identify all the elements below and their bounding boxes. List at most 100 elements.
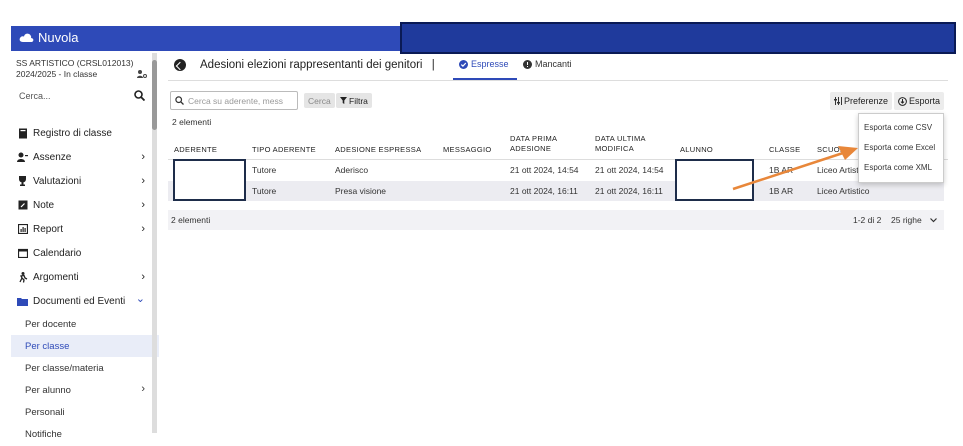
title-separator: | xyxy=(431,59,435,71)
chevron-right-icon: › xyxy=(141,151,145,163)
app-name: Nuvola xyxy=(38,30,79,45)
search-input[interactable] xyxy=(188,95,294,106)
sidebar-scrollbar-thumb[interactable] xyxy=(152,60,157,130)
search-icon xyxy=(175,96,184,105)
search-icon[interactable] xyxy=(134,90,146,102)
page-header: Adesioni elezioni rappresentanti dei gen… xyxy=(168,55,948,81)
flag-icon xyxy=(17,200,28,211)
sidebar-subitem-label: Per alunno xyxy=(25,384,71,396)
sidebar-subitem-notifiche[interactable]: Notifiche xyxy=(11,423,159,445)
footer-count: 2 elementi xyxy=(171,215,211,225)
app-brand[interactable]: Nuvola xyxy=(19,30,78,45)
sliders-icon xyxy=(834,97,842,105)
sidebar-item-note[interactable]: Note › xyxy=(11,193,159,217)
items-count: 2 elementi xyxy=(172,117,212,127)
trophy-icon xyxy=(17,176,28,187)
tab-espresse[interactable]: Espresse xyxy=(459,59,509,69)
column-header-data-ultima-modifica[interactable]: DATA ULTIMA MODIFICA xyxy=(595,134,646,154)
esporta-label: Esporta xyxy=(909,96,941,106)
preferenze-button[interactable]: Preferenze xyxy=(830,92,893,110)
cell-data-ultima-modifica: 21 ott 2024, 16:11 xyxy=(595,186,663,196)
sidebar-item-valutazioni[interactable]: Valutazioni › xyxy=(11,169,159,193)
table-footer: 2 elementi 1-2 di 2 25 righe xyxy=(168,210,944,230)
cell-adesione-espressa: Aderisco xyxy=(335,165,369,175)
export-xml-item[interactable]: Esporta come XML xyxy=(864,163,932,172)
sidebar-item-assenze[interactable]: Assenze › xyxy=(11,145,159,169)
column-header-messaggio[interactable]: MESSAGGIO xyxy=(443,145,492,155)
sidebar-item-label: Documenti ed Eventi xyxy=(33,295,126,307)
column-header-classe[interactable]: CLASSE xyxy=(769,145,800,155)
column-header-data-prima-adesione[interactable]: DATA PRIMA ADESIONE xyxy=(510,134,557,154)
tab-mancanti[interactable]: Mancanti xyxy=(523,59,572,69)
header-line: MODIFICA xyxy=(595,144,635,153)
export-excel-item[interactable]: Esporta come Excel xyxy=(864,143,935,152)
rows-per-page-select[interactable]: 25 righe xyxy=(891,215,938,225)
school-year: 2024/2025 - In classe xyxy=(16,69,98,79)
cell-classe: 1B AR xyxy=(769,165,794,175)
sidebar-item-label: Assenze xyxy=(33,151,72,163)
sidebar-item-label: Calendario xyxy=(33,247,82,259)
table-row[interactable]: Tutore Presa visione 21 ott 2024, 16:11 … xyxy=(168,181,944,201)
rows-per-page-value: 25 righe xyxy=(891,215,922,225)
sidebar-item-report[interactable]: Report › xyxy=(11,217,159,241)
column-header-scuola[interactable]: SCUOLA xyxy=(817,145,850,155)
redacted-alunno xyxy=(675,159,754,201)
filter-icon xyxy=(340,97,347,104)
cerca-button[interactable]: Cerca xyxy=(304,93,335,108)
column-header-aderente[interactable]: ADERENTE xyxy=(174,145,217,155)
toolbar: Cerca Filtra Preferenze Esporta xyxy=(168,91,948,111)
chevron-down-icon xyxy=(930,218,938,223)
cell-tipo-aderente: Tutore xyxy=(252,186,277,196)
sidebar-item-label: Argomenti xyxy=(33,271,79,283)
table-row[interactable]: Tutore Aderisco 21 ott 2024, 14:54 21 ot… xyxy=(168,160,944,180)
user-minus-icon xyxy=(17,152,28,163)
cell-data-prima-adesione: 21 ott 2024, 16:11 xyxy=(510,186,578,196)
header-line: ADESIONE xyxy=(510,144,552,153)
cell-adesione-espressa: Presa visione xyxy=(335,186,387,196)
sidebar-nav: Registro di classe Assenze › Valutazioni… xyxy=(11,121,159,445)
back-arrow-icon[interactable] xyxy=(174,59,186,71)
page-title: Adesioni elezioni rappresentanti dei gen… xyxy=(200,59,435,71)
export-csv-item[interactable]: Esporta come CSV xyxy=(864,123,932,132)
table-header: ADERENTE TIPO ADERENTE ADESIONE ESPRESSA… xyxy=(168,130,948,160)
sidebar-item-label: Note xyxy=(33,199,55,211)
column-header-tipo-aderente[interactable]: TIPO ADERENTE xyxy=(252,145,316,155)
sidebar-search[interactable]: Cerca... xyxy=(19,91,51,101)
chevron-down-icon: ⌄ xyxy=(135,293,145,305)
column-header-alunno[interactable]: ALUNNO xyxy=(680,145,713,155)
sidebar-item-calendario[interactable]: Calendario xyxy=(11,241,159,265)
report-icon xyxy=(17,224,28,235)
sidebar-item-registro[interactable]: Registro di classe xyxy=(11,121,159,145)
sidebar-subitem-per-alunno[interactable]: Per alunno › xyxy=(11,379,159,401)
sidebar-item-label: Report xyxy=(33,223,64,235)
chevron-right-icon: › xyxy=(141,175,145,187)
export-menu: Esporta come CSV Esporta come Excel Espo… xyxy=(858,113,944,183)
cloud-icon xyxy=(19,32,34,43)
chevron-right-icon: › xyxy=(141,223,145,235)
chevron-right-icon: › xyxy=(141,271,145,283)
preferenze-label: Preferenze xyxy=(844,96,889,106)
page-title-text: Adesioni elezioni rappresentanti dei gen… xyxy=(200,59,423,71)
chevron-right-icon: › xyxy=(141,383,145,395)
sidebar-item-argomenti[interactable]: Argomenti › xyxy=(11,265,159,289)
switch-school-icon[interactable] xyxy=(137,69,147,79)
cell-scuola: Liceo Artistico xyxy=(817,186,870,196)
sidebar-item-label: Valutazioni xyxy=(33,175,82,187)
sidebar-item-documenti[interactable]: Documenti ed Eventi ⌄ xyxy=(11,289,159,313)
sidebar-subitem-personali[interactable]: Personali xyxy=(11,401,159,423)
sidebar: SS ARTISTICO (CRSL012013) 2024/2025 - In… xyxy=(11,51,159,446)
person-run-icon xyxy=(17,271,28,283)
download-circle-icon xyxy=(898,96,907,106)
calendar-icon xyxy=(17,248,28,259)
column-header-adesione-espressa[interactable]: ADESIONE ESPRESSA xyxy=(335,145,421,155)
active-tab-indicator xyxy=(453,78,517,80)
esporta-button[interactable]: Esporta xyxy=(894,92,945,110)
cell-data-prima-adesione: 21 ott 2024, 14:54 xyxy=(510,165,579,175)
tab-label: Espresse xyxy=(471,59,509,69)
search-box[interactable] xyxy=(170,91,298,110)
sidebar-subitem-per-classe-materia[interactable]: Per classe/materia xyxy=(11,357,159,379)
book-icon xyxy=(17,128,28,139)
filtra-button[interactable]: Filtra xyxy=(336,93,372,108)
sidebar-subitem-per-docente[interactable]: Per docente xyxy=(11,313,159,335)
sidebar-subitem-per-classe[interactable]: Per classe xyxy=(11,335,159,357)
